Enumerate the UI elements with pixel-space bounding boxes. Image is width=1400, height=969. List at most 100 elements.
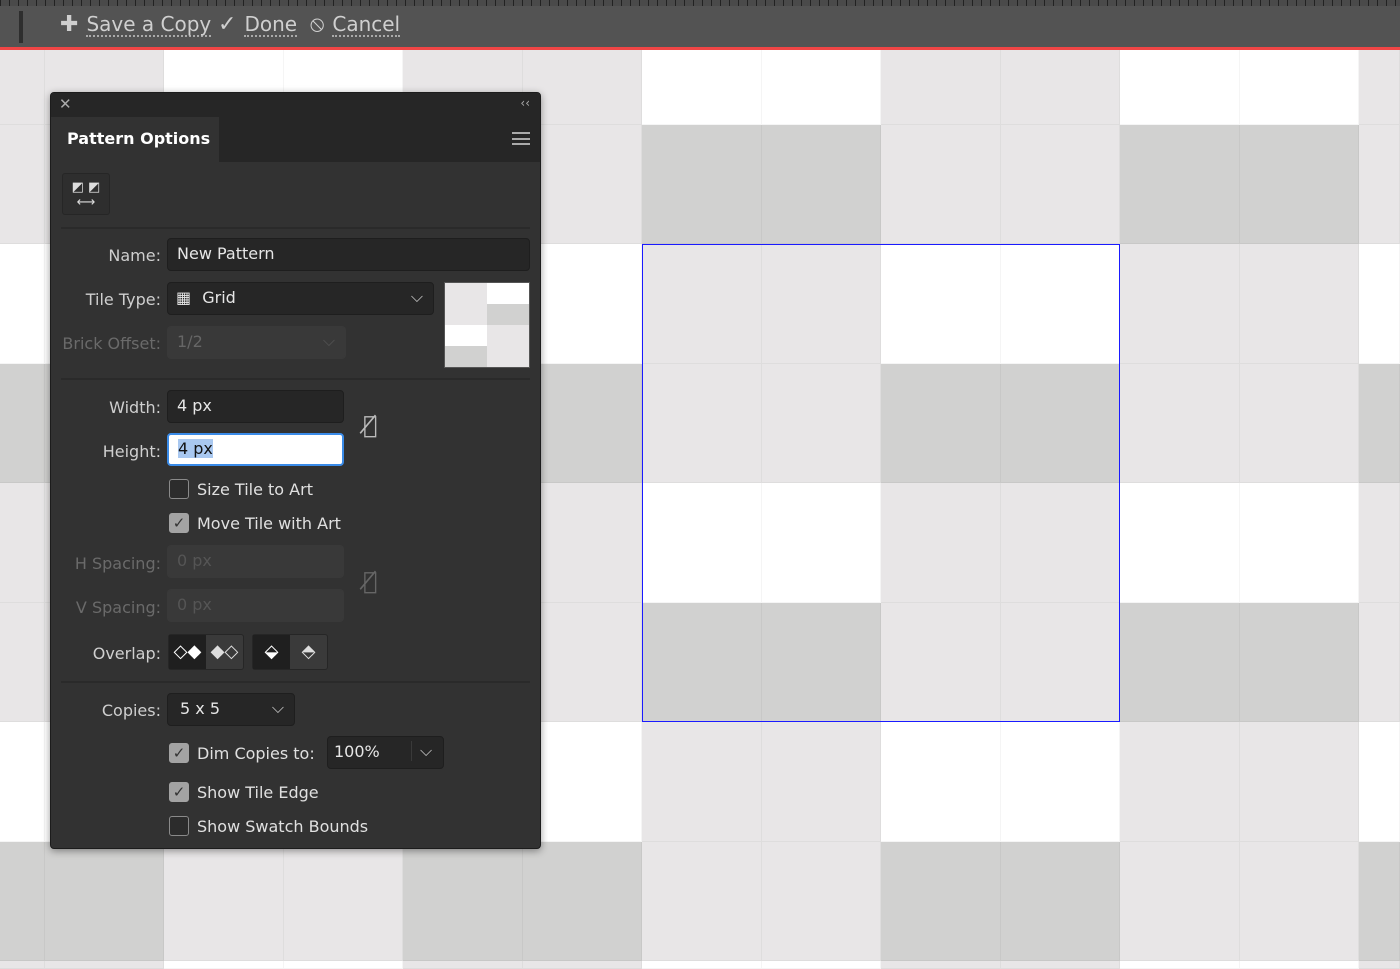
pattern-cell [642,722,762,842]
bottom-in-front-icon[interactable]: ⬘ [290,635,327,669]
preview-cell [487,346,508,367]
prohibited-icon: ⦸ [310,12,325,37]
pattern-cell [761,124,881,244]
done-button[interactable]: ✓ Done [218,12,298,37]
pattern-cell [1120,722,1240,842]
pattern-cell [1359,124,1400,244]
pattern-cell [1000,841,1120,961]
h-spacing-input[interactable]: 0 px [167,545,344,578]
pattern-cell [1239,483,1359,603]
pattern-tile-tool-icon: ◩ ◩ ⟷ [71,180,101,210]
tile-edge-outline[interactable] [642,244,1120,722]
cancel-button[interactable]: ⦸ Cancel [310,12,401,37]
preview-cell [445,346,466,367]
v-spacing-input[interactable]: 0 px [167,589,344,622]
preview-cell [445,283,466,304]
show-tile-edge-label: Show Tile Edge [197,783,319,802]
chevron-down-icon: ⌵ [410,287,423,306]
panel-header[interactable]: ✕ ‹‹ [51,93,540,117]
preview-cell [445,304,466,325]
pattern-cell [0,841,45,961]
brick-offset-label: Brick Offset: [62,334,161,353]
pattern-cell [761,841,881,961]
preview-cell [445,325,466,346]
toolbar-grip[interactable] [19,11,23,43]
tile-type-label: Tile Type: [85,290,161,309]
pattern-cell [1359,841,1400,961]
pattern-cell [1000,722,1120,842]
pattern-cell [1359,602,1400,722]
pattern-cell [642,124,762,244]
move-tile-with-art-checkbox[interactable]: ✓ [169,513,189,533]
v-spacing-label: V Spacing: [75,598,161,617]
preview-cell [508,325,529,346]
preview-cell [466,283,487,304]
pattern-cell [0,124,45,244]
pattern-cell [1359,483,1400,603]
pattern-cell [1239,961,1359,969]
pattern-tile-tool-button[interactable]: ◩ ◩ ⟷ [62,173,110,215]
pattern-cell [1239,602,1359,722]
pattern-cell [1239,722,1359,842]
divider [61,227,530,229]
pattern-cell [0,602,45,722]
horizontal-overlap-group: ◇◆ ◆◇ [168,634,244,670]
overlap-label: Overlap: [92,644,161,663]
swatch-preview [444,282,530,368]
height-label: Height: [102,442,161,461]
pattern-cell [44,841,164,961]
chevron-down-icon: ⌵ [271,698,284,717]
pattern-cell [1239,50,1359,125]
pattern-cell [642,961,762,969]
tab-pattern-options[interactable]: Pattern Options [51,117,219,162]
left-in-front-icon[interactable]: ◇◆ [169,635,206,669]
pattern-cell [283,841,403,961]
checkmark-icon: ✓ [218,12,237,37]
edit-mode-indicator [0,47,1400,50]
close-icon[interactable]: ✕ [59,95,72,113]
pattern-cell [1120,961,1240,969]
pattern-cell [44,961,164,969]
top-in-front-icon[interactable]: ⬙ [253,635,290,669]
dim-copies-combobox[interactable]: 100% ⌵ [327,736,444,769]
size-tile-to-art-checkbox[interactable] [169,479,189,499]
pattern-cell [164,841,284,961]
pattern-cell [0,50,45,125]
pattern-cell [283,961,403,969]
pattern-cell [1239,124,1359,244]
show-tile-edge-checkbox[interactable]: ✓ [169,782,189,802]
pattern-cell [1120,363,1240,483]
pattern-cell [1120,124,1240,244]
divider [61,378,530,380]
vertical-overlap-group: ⬙ ⬘ [252,634,328,670]
chevron-down-icon[interactable]: ⌵ [411,741,443,761]
width-input[interactable]: 4 px [167,390,344,423]
pattern-cell [761,50,881,125]
preview-cell [508,304,529,325]
show-swatch-bounds-label: Show Swatch Bounds [197,817,369,836]
pattern-cell [881,722,1001,842]
grid-icon: ▦ [176,288,192,307]
collapse-icon[interactable]: ‹‹ [520,96,530,110]
preview-cell [466,304,487,325]
preview-cell [466,346,487,367]
panel-tab-bar: Pattern Options [51,117,540,162]
panel-menu-icon[interactable] [512,132,530,145]
show-swatch-bounds-checkbox[interactable] [169,816,189,836]
height-input[interactable]: 4 px [167,433,344,466]
dim-copies-checkbox[interactable]: ✓ [169,743,189,763]
unlinked-chain-icon[interactable]: ⛓̸ [363,411,377,439]
pattern-cell [1120,50,1240,125]
brick-offset-dropdown[interactable]: 1/2 ⌵ [167,326,346,359]
save-copy-button[interactable]: ✚ Save a Copy [60,12,212,37]
pattern-cell [642,50,762,125]
move-tile-with-art-label: Move Tile with Art [197,514,341,533]
pattern-cell [1120,841,1240,961]
copies-dropdown[interactable]: 5 x 5 ⌵ [167,693,295,726]
pattern-cell [1120,244,1240,364]
right-in-front-icon[interactable]: ◆◇ [206,635,243,669]
tile-type-dropdown[interactable]: ▦ Grid ⌵ [167,282,434,315]
name-input[interactable]: New Pattern [167,238,530,271]
pattern-cell [1359,244,1400,364]
preview-cell [487,325,508,346]
